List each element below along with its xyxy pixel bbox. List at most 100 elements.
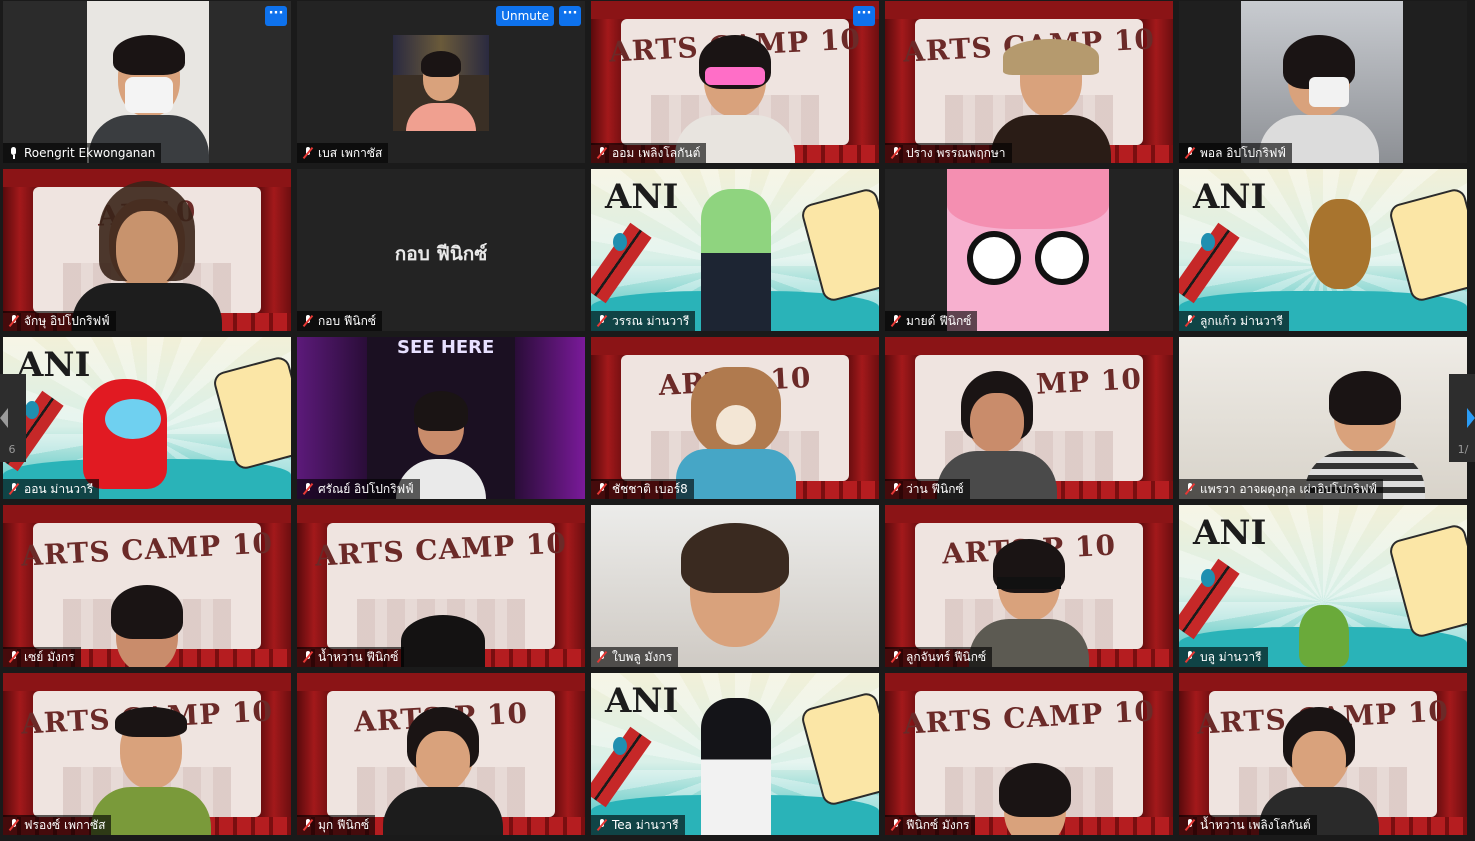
video-feed: กอบ ฟีนิกซ์ (297, 169, 585, 331)
participant-name: บลู ม่านวารี (1200, 650, 1262, 664)
participant-tile[interactable]: ARTS P 10 มุก ฟีนิกซ์ (297, 673, 585, 835)
participant-name: ชัชชาติ เบอร์8 (612, 482, 688, 496)
participant-name: ฟรองซ์ เพกาซัส (24, 818, 106, 832)
muted-microphone-icon (890, 315, 902, 327)
participant-tile[interactable]: ใบพลู มังกร (591, 505, 879, 667)
next-page-button[interactable]: 1/ (1449, 374, 1475, 462)
participant-tile[interactable]: ANI บลู ม่านวารี (1179, 505, 1467, 667)
participant-tile[interactable]: ANI ออน ม่านวารี (3, 337, 291, 499)
participant-tile[interactable]: ARTS CAMP 10 เซย์ มังกร (3, 505, 291, 667)
avatar (947, 169, 1109, 331)
muted-microphone-icon (8, 651, 20, 663)
participant-tile[interactable]: Unmute ··· เบส เพกาซัส (297, 1, 585, 163)
participant-name-label: ลูกแก้ว ม่านวารี (1179, 311, 1289, 331)
participant-name: น้ำหวาน เพลิงโลกันต์ (1200, 818, 1311, 832)
participant-name-label: กอบ ฟีนิกซ์ (297, 311, 383, 331)
participant-name: เซย์ มังกร (24, 650, 75, 664)
participant-name-label: ฟีนิกซ์ มังกร (885, 815, 976, 835)
participant-name-label: น้ำหวาน เพลิงโลกันต์ (1179, 815, 1317, 835)
muted-microphone-icon (302, 819, 314, 831)
muted-microphone-icon (302, 147, 314, 159)
participant-name-label: จักษุ อิปโปกริฟฟ์ (3, 311, 116, 331)
participant-tile[interactable]: ARTS CAMP 10 ปราง พรรณพฤกษา (885, 1, 1173, 163)
video-feed: AR 10 (3, 169, 291, 331)
background-title: ANI (1193, 513, 1267, 553)
video-feed (3, 1, 291, 163)
muted-microphone-icon (302, 483, 314, 495)
participant-name: Tea ม่านวารี (612, 818, 679, 832)
participant-name-label: ออน ม่านวารี (3, 479, 100, 499)
participant-name: จักษุ อิปโปกริฟฟ์ (24, 314, 110, 328)
muted-microphone-icon (890, 819, 902, 831)
participant-tile[interactable]: MP 10 ว่าน ฟีนิกซ์ (885, 337, 1173, 499)
avatar (83, 379, 167, 489)
participant-name: พอล อิปโปกริฟฟ์ (1200, 146, 1286, 160)
participant-tile[interactable]: ARTS CAMP 10 น้ำหวาน ฟีนิกซ์ (297, 505, 585, 667)
participant-name-label: ปราง พรรณพฤกษา (885, 143, 1012, 163)
background-title: ANI (1193, 177, 1267, 217)
participant-tile[interactable]: ARTS CAMP 10 ··· ออม เพลิงโลกันต์ (591, 1, 879, 163)
participant-name-label: มายด์ ฟีนิกซ์ (885, 311, 978, 331)
participant-tile[interactable]: ARTS CAMP 10 ฟีนิกซ์ มังกร (885, 673, 1173, 835)
video-feed: ARTS P 10 (297, 673, 585, 835)
participant-tile[interactable]: ANI วรรณ ม่านวารี (591, 169, 879, 331)
video-feed: ANI (591, 169, 879, 331)
avatar (1309, 199, 1371, 289)
participant-name-label: ศรัณย์ อิปโปกริฟฟ์ (297, 479, 420, 499)
participant-tile[interactable]: ARTS P 10 ลูกจันทร์ ฟีนิกซ์ (885, 505, 1173, 667)
participant-name: เบส เพกาซัส (318, 146, 383, 160)
participant-name-label: เบส เพกาซัส (297, 143, 389, 163)
participant-tile[interactable]: ··· Roengrit Ekwonganan (3, 1, 291, 163)
participant-tile[interactable]: แพรวา อาจผดุงกุล เผ่าอิปโปกริฟฟ์ (1179, 337, 1467, 499)
muted-microphone-icon (1184, 483, 1196, 495)
video-feed: ARTS CAMP 10 (297, 505, 585, 667)
participant-name: Roengrit Ekwonganan (24, 146, 156, 160)
participant-name: ปราง พรรณพฤกษา (906, 146, 1006, 160)
participant-name: ลูกจันทร์ ฟีนิกซ์ (906, 650, 987, 664)
participant-name: ลูกแก้ว ม่านวารี (1200, 314, 1283, 328)
participant-name-label: น้ำหวาน ฟีนิกซ์ (297, 647, 405, 667)
video-feed: ARTS CAMP 10 (885, 1, 1173, 163)
participant-tile[interactable]: กอบ ฟีนิกซ์ กอบ ฟีนิกซ์ (297, 169, 585, 331)
video-feed (591, 505, 879, 667)
participant-tile[interactable]: ARTS CAMP 10 น้ำหวาน เพลิงโลกันต์ (1179, 673, 1467, 835)
more-options-button[interactable]: ··· (559, 6, 581, 26)
participant-name: ศรัณย์ อิปโปกริฟฟ์ (318, 482, 414, 496)
background-title: ANI (17, 345, 91, 385)
previous-page-button[interactable]: 6 (0, 374, 26, 462)
video-feed: ANI (591, 673, 879, 835)
background-sign: SEE HERE (397, 337, 495, 358)
muted-microphone-icon (1184, 315, 1196, 327)
participant-tile[interactable]: พอล อิปโปกริฟฟ์ (1179, 1, 1467, 163)
participant-tile[interactable]: SEE HERE ศรัณย์ อิปโปกริฟฟ์ (297, 337, 585, 499)
muted-microphone-icon (1184, 651, 1196, 663)
participant-tile[interactable]: มายด์ ฟีนิกซ์ (885, 169, 1173, 331)
participant-name-label: ลูกจันทร์ ฟีนิกซ์ (885, 647, 993, 667)
muted-microphone-icon (890, 651, 902, 663)
muted-microphone-icon (596, 819, 608, 831)
participant-name: ใบพลู มังกร (612, 650, 673, 664)
participant-tile[interactable]: ART P 10 ชัชชาติ เบอร์8 (591, 337, 879, 499)
video-feed: MP 10 (885, 337, 1173, 499)
participant-name: วรรณ ม่านวารี (612, 314, 690, 328)
participant-tile[interactable]: ANI Tea ม่านวารี (591, 673, 879, 835)
participant-tile[interactable]: ARTS CAMP 10 ฟรองซ์ เพกาซัส (3, 673, 291, 835)
participant-name-label: ใบพลู มังกร (591, 647, 679, 667)
muted-microphone-icon (302, 315, 314, 327)
video-feed: ANI (1179, 505, 1467, 667)
more-options-button[interactable]: ··· (265, 6, 287, 26)
participant-tile[interactable]: AR 10 จักษุ อิปโปกริฟฟ์ (3, 169, 291, 331)
unmute-button[interactable]: Unmute (496, 6, 554, 26)
page-indicator: 1/ (1457, 443, 1469, 456)
participant-name: กอบ ฟีนิกซ์ (318, 314, 377, 328)
microphone-icon (8, 147, 20, 159)
participant-name: ฟีนิกซ์ มังกร (906, 818, 970, 832)
participant-name-label: แพรวา อาจผดุงกุล เผ่าอิปโปกริฟฟ์ (1179, 479, 1383, 499)
participant-tile[interactable]: ANI ลูกแก้ว ม่านวารี (1179, 169, 1467, 331)
video-feed: ANI (3, 337, 291, 499)
muted-microphone-icon (596, 315, 608, 327)
muted-microphone-icon (890, 483, 902, 495)
more-options-button[interactable]: ··· (853, 6, 875, 26)
participant-name: ว่าน ฟีนิกซ์ (906, 482, 964, 496)
participant-name: ออม เพลิงโลกันต์ (612, 146, 701, 160)
